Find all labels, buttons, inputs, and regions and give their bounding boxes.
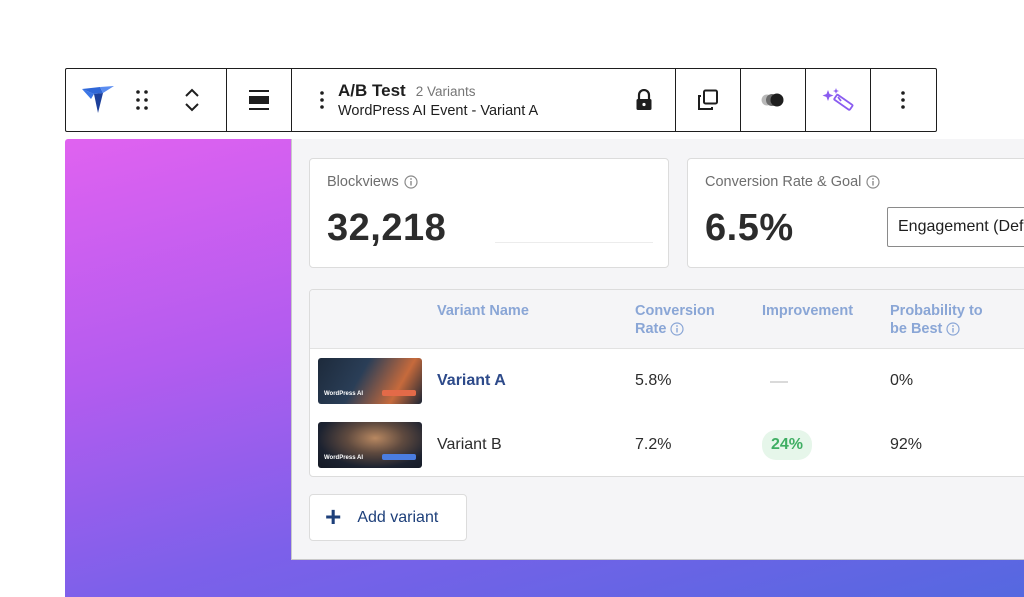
block-title-group[interactable]: A/B Test 2 Variants WordPress AI Event -… [292, 69, 676, 131]
move-up-icon[interactable] [184, 88, 200, 98]
variant-conversion-rate: 5.8% [635, 372, 672, 389]
variant-name[interactable]: Variant A [437, 372, 506, 390]
duplicate-icon [698, 89, 718, 110]
table-header: Variant Name Conversion Rate Improvement… [310, 290, 1024, 349]
info-icon[interactable] [404, 175, 418, 189]
blockviews-sparkline [495, 242, 653, 243]
add-variant-button[interactable]: + Add variant [309, 494, 467, 541]
block-movers [168, 69, 216, 131]
info-icon[interactable] [866, 175, 880, 189]
improvement-empty-dash [770, 381, 788, 383]
conversion-card: Conversion Rate & Goal 6.5% Engagement (… [687, 158, 1024, 268]
header-variant-name: Variant Name [437, 303, 529, 319]
variant-probability: 92% [890, 436, 923, 453]
toggle-icon [761, 93, 784, 107]
move-down-icon[interactable] [184, 102, 200, 112]
more-options-button[interactable] [871, 69, 935, 131]
block-title: A/B Test 2 Variants WordPress AI Event -… [338, 81, 538, 119]
more-icon [901, 91, 905, 109]
toggle-button[interactable] [741, 69, 806, 131]
table-row[interactable]: WordPress AI Variant A 5.8% 0% [310, 350, 1024, 414]
ai-magic-icon [822, 88, 854, 111]
ab-test-panel: Blockviews 32,218 Conversion Rate & Goal… [291, 139, 1024, 560]
header-conversion-rate: Conversion Rate [635, 303, 715, 337]
variant-thumbnail: WordPress AI [318, 422, 422, 468]
align-icon [249, 90, 269, 110]
duplicate-button[interactable] [676, 69, 741, 131]
header-improvement: Improvement [762, 303, 854, 319]
add-variant-label: Add variant [357, 508, 439, 526]
variant-probability: 0% [890, 372, 914, 389]
conversion-value: 6.5% [705, 207, 794, 249]
table-row[interactable]: WordPress AI Variant B 7.2% 24% 92% [310, 414, 1024, 476]
info-icon[interactable] [946, 322, 961, 336]
variant-count: 2 Variants [415, 84, 476, 99]
plugin-logo-icon[interactable] [80, 69, 116, 131]
blockviews-label: Blockviews [327, 174, 399, 190]
conversion-label: Conversion Rate & Goal [705, 174, 862, 190]
variant-name[interactable]: Variant B [437, 436, 502, 454]
blockviews-value: 32,218 [327, 207, 447, 249]
plus-icon: + [325, 500, 342, 532]
ai-magic-button[interactable] [806, 69, 871, 131]
improvement-badge: 24% [762, 430, 813, 460]
header-probability: Probability to be Best [890, 303, 983, 337]
block-title-text: A/B Test [338, 81, 406, 100]
variants-table: Variant Name Conversion Rate Improvement… [309, 289, 1024, 477]
block-toolbar: A/B Test 2 Variants WordPress AI Event -… [65, 68, 937, 132]
variant-thumbnail: WordPress AI [318, 358, 422, 404]
drag-handle-icon[interactable] [116, 69, 168, 131]
align-button[interactable] [227, 69, 292, 131]
block-subtitle: WordPress AI Event - Variant A [338, 103, 539, 119]
lock-icon[interactable] [635, 88, 653, 116]
info-icon[interactable] [670, 322, 685, 336]
blockviews-card: Blockviews 32,218 [309, 158, 669, 268]
variant-conversion-rate: 7.2% [635, 436, 672, 453]
goal-select[interactable]: Engagement (Default) [887, 207, 1024, 247]
options-dots-icon[interactable] [314, 69, 330, 131]
block-controls-group [66, 69, 227, 131]
